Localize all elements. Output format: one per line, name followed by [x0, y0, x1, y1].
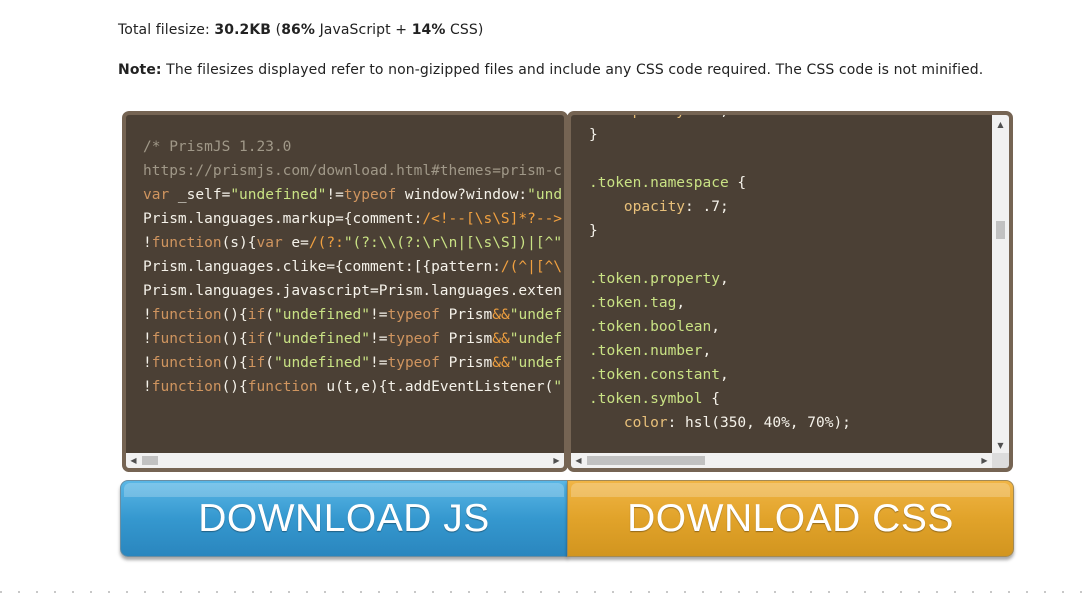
- js-horizontal-scrollbar[interactable]: ◀ ▶: [126, 453, 564, 468]
- css-horizontal-scrollbar[interactable]: ◀ ▶: [571, 453, 992, 468]
- css-code-line: .token.tag,: [589, 295, 686, 311]
- js-code-view[interactable]: /* PrismJS 1.23.0 https://prismjs.com/dow…: [126, 115, 564, 454]
- js-code-line: !function(){function u(t,e){t.addEventLi…: [143, 379, 563, 395]
- css-code-view[interactable]: opacity: .7;} .token.namespace { opacity…: [571, 111, 992, 454]
- scroll-left-icon[interactable]: ◀: [571, 453, 586, 468]
- js-code-line: !function(s){var e=/(?:"(?:\\(?:\r\n|[\s…: [143, 235, 563, 251]
- css-code-line: opacity: .7;: [623, 199, 729, 215]
- css-percentage: 14%: [411, 22, 446, 38]
- note-label: Note:: [118, 62, 162, 78]
- css-code-line: .token.number,: [589, 343, 712, 359]
- scrollbar-corner: [992, 453, 1009, 468]
- css-code-line: [589, 243, 992, 267]
- css-code-line: .token.constant,: [589, 367, 729, 383]
- filesize-label: Total filesize:: [118, 22, 210, 38]
- download-js-button[interactable]: DOWNLOAD JS: [120, 480, 568, 557]
- scroll-left-icon[interactable]: ◀: [126, 453, 141, 468]
- scroll-down-icon[interactable]: ▼: [992, 438, 1009, 453]
- js-code-panel[interactable]: /* PrismJS 1.23.0 https://prismjs.com/dow…: [122, 111, 568, 472]
- css-code-line: }: [589, 223, 598, 239]
- css-vscroll-thumb[interactable]: [996, 221, 1005, 239]
- js-label: JavaScript +: [315, 22, 412, 38]
- filesize-note: Note: The filesizes displayed refer to n…: [118, 62, 983, 78]
- filesize-summary: Total filesize: 30.2KB (86% JavaScript +…: [118, 22, 483, 38]
- button-shine: [124, 483, 564, 497]
- download-css-button[interactable]: DOWNLOAD CSS: [567, 480, 1014, 557]
- css-code-line: opacity: .7;: [623, 111, 729, 119]
- css-code-line: }: [589, 127, 598, 143]
- js-code-line: Prism.languages.javascript=Prism.languag…: [143, 283, 563, 299]
- js-scroll-thumb[interactable]: [142, 456, 158, 465]
- js-code-line: /* PrismJS 1.23.0: [143, 139, 292, 155]
- js-percentage: 86%: [281, 22, 316, 38]
- css-hscroll-thumb[interactable]: [587, 456, 705, 465]
- css-code-line: .token.namespace {: [589, 175, 747, 191]
- button-shine: [571, 483, 1010, 497]
- dotted-divider: [0, 591, 1090, 593]
- download-css-label: DOWNLOAD CSS: [627, 497, 954, 540]
- filesize-total: 30.2KB: [214, 22, 272, 38]
- paren-open: (: [271, 22, 282, 38]
- js-code-line: !function(){if("undefined"!=typeof Prism…: [143, 307, 563, 323]
- note-text: The filesizes displayed refer to non-giz…: [161, 62, 984, 78]
- scroll-up-icon[interactable]: ▲: [992, 117, 1009, 132]
- js-code-line: var _self="undefined"!=typeof window?win…: [143, 187, 563, 203]
- js-code-line: !function(){if("undefined"!=typeof Prism…: [143, 355, 563, 371]
- scroll-right-icon[interactable]: ▶: [549, 453, 564, 468]
- js-code-line: Prism.languages.clike={comment:[{pattern…: [143, 259, 563, 275]
- css-code-line: [589, 147, 992, 171]
- css-code-panel[interactable]: opacity: .7;} .token.namespace { opacity…: [567, 111, 1013, 472]
- download-js-label: DOWNLOAD JS: [198, 497, 490, 540]
- css-code-line: .token.symbol {: [589, 391, 720, 407]
- js-code-line: !function(){if("undefined"!=typeof Prism…: [143, 331, 563, 347]
- css-label: CSS): [445, 22, 484, 38]
- scroll-right-icon[interactable]: ▶: [977, 453, 992, 468]
- css-code-line: .token.property,: [589, 271, 729, 287]
- css-code-line: .token.boolean,: [589, 319, 720, 335]
- js-code-line: https://prismjs.com/download.html#themes…: [143, 163, 563, 179]
- css-code-line: color: hsl(350, 40%, 70%);: [623, 415, 851, 431]
- css-vertical-scrollbar[interactable]: ▲ ▼: [992, 115, 1009, 453]
- js-code-line: Prism.languages.markup={comment:/<!--[\s…: [143, 211, 563, 227]
